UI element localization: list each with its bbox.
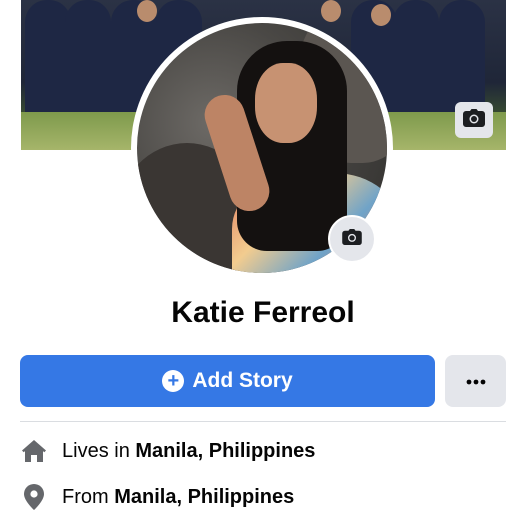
from-place[interactable]: Manila, Philippines <box>114 486 294 509</box>
more-dots-icon <box>466 372 486 390</box>
from-prefix: From <box>62 485 109 508</box>
cover-photo-figure <box>393 0 439 120</box>
info-row-lives-in: Lives in Manila, Philippines <box>20 435 315 467</box>
cover-photo-head <box>137 0 157 22</box>
divider <box>20 421 506 422</box>
more-options-button[interactable] <box>445 355 506 407</box>
cover-camera-button[interactable] <box>455 102 493 138</box>
lives-in-place[interactable]: Manila, Philippines <box>135 440 315 463</box>
camera-icon <box>342 228 362 250</box>
camera-icon <box>463 108 485 132</box>
location-pin-icon <box>20 483 48 511</box>
home-icon <box>20 437 48 465</box>
lives-in-prefix: Lives in <box>62 439 130 462</box>
plus-circle-icon: + <box>162 370 185 392</box>
cover-photo-head <box>321 0 341 22</box>
profile-name: Katie Ferreol <box>171 296 355 329</box>
info-row-from: From Manila, Philippines <box>20 481 294 513</box>
add-story-button[interactable]: + Add Story <box>20 355 435 407</box>
cover-photo-figure <box>65 0 111 120</box>
add-story-label: Add Story <box>192 369 293 392</box>
avatar-camera-button[interactable] <box>328 215 376 263</box>
avatar-photo-face <box>255 63 317 143</box>
